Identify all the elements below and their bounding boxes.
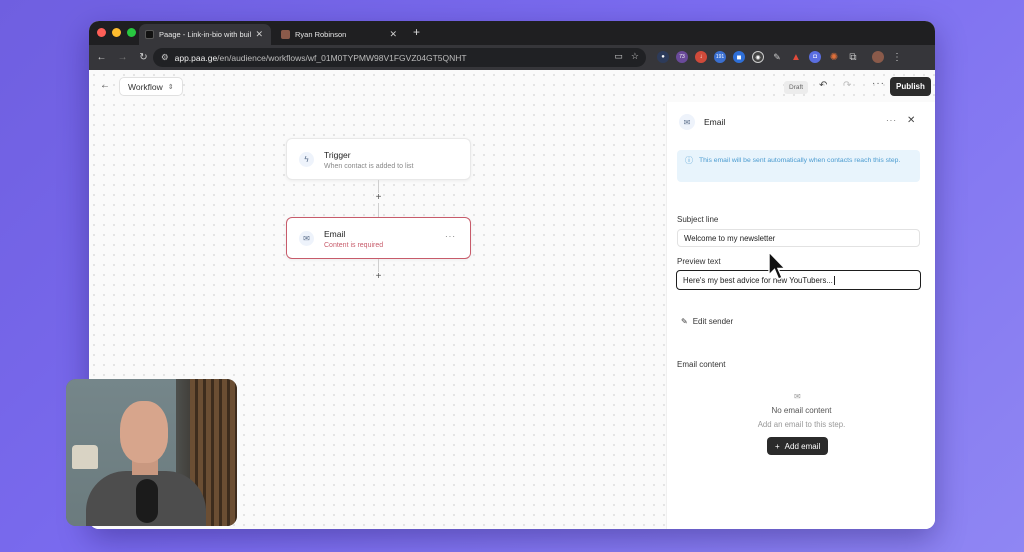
more-options-icon[interactable]: ··· bbox=[872, 78, 885, 89]
workflow-select[interactable]: Workflow ⇕ bbox=[119, 77, 183, 96]
preview-label: Preview text bbox=[677, 257, 721, 266]
ryan-favicon-icon bbox=[281, 30, 290, 39]
close-window-button[interactable] bbox=[97, 28, 106, 37]
mail-icon: ✉ bbox=[679, 114, 695, 130]
maximize-window-button[interactable] bbox=[127, 28, 136, 37]
site-settings-icon[interactable]: ⚙ bbox=[161, 52, 169, 63]
reload-icon[interactable]: ↻ bbox=[133, 52, 154, 63]
edit-sender-label: Edit sender bbox=[692, 317, 734, 326]
tab-ryan-robinson[interactable]: Ryan Robinson ✕ bbox=[275, 24, 405, 45]
extension-icon[interactable]: ↓ bbox=[695, 51, 707, 63]
extension-icon[interactable]: ◼ bbox=[733, 51, 745, 63]
empty-state-subtitle: Add an email to this step. bbox=[757, 420, 846, 429]
empty-state-title: No email content bbox=[771, 406, 832, 415]
mail-icon: ✉ bbox=[794, 392, 801, 401]
more-options-icon[interactable]: ··· bbox=[886, 116, 897, 125]
extension-icon[interactable]: ◉ bbox=[752, 51, 764, 63]
webcam-lamp bbox=[72, 445, 98, 469]
tab-strip: Paage - Link-in-bio with buil ✕ Ryan Rob… bbox=[89, 21, 935, 45]
extension-icon[interactable]: ✺ bbox=[828, 51, 840, 63]
add-email-button[interactable]: + Add email bbox=[767, 437, 829, 455]
extension-badge: 191 bbox=[715, 54, 725, 60]
eyedropper-icon[interactable]: ✎ bbox=[771, 51, 783, 63]
node-title: Trigger bbox=[324, 150, 351, 160]
extension-icon[interactable]: ▲ bbox=[790, 51, 802, 63]
close-tab-icon[interactable]: ✕ bbox=[255, 29, 263, 40]
email-node[interactable]: ✉ Email Content is required ··· bbox=[286, 217, 471, 259]
node-title: Email bbox=[324, 229, 346, 239]
pencil-icon: ✎ bbox=[681, 317, 688, 326]
forward-arrow-icon[interactable]: → bbox=[112, 52, 133, 63]
info-text: This email will be sent automatically wh… bbox=[699, 157, 901, 164]
extension-icon[interactable]: ● bbox=[657, 51, 669, 63]
url-path: /en/audience/workflows/wf_01M0TYPMW98V1F… bbox=[217, 52, 467, 63]
tab-title: Ryan Robinson bbox=[295, 30, 347, 39]
add-step-icon[interactable]: + bbox=[374, 272, 383, 282]
extension-icon[interactable]: ◘ bbox=[809, 51, 821, 63]
subject-label: Subject line bbox=[677, 215, 719, 224]
kebab-menu-icon[interactable]: ⋮ bbox=[891, 51, 903, 63]
new-tab-icon[interactable]: + bbox=[413, 25, 420, 39]
preview-text-input[interactable]: Here's my best advice for new YouTubers.… bbox=[676, 270, 921, 290]
extension-icon[interactable]: 191 bbox=[714, 51, 726, 63]
extensions-bar: ● 73 ↓ 191 ◼ ◉ ✎ ▲ ◘ ✺ ⧉ ⋮ bbox=[657, 51, 903, 63]
minimize-window-button[interactable] bbox=[112, 28, 121, 37]
panel-title: Email bbox=[704, 117, 726, 127]
tab-title: Paage - Link-in-bio with buil bbox=[159, 30, 252, 39]
status-badge: Draft bbox=[784, 81, 809, 94]
redo-icon[interactable]: ↷ bbox=[843, 80, 851, 91]
email-content-label: Email content bbox=[677, 360, 726, 369]
chevron-updown-icon: ⇕ bbox=[167, 83, 174, 91]
email-step-panel: ✉ Email ··· ✕ ⓘ This email will be sent … bbox=[666, 102, 935, 529]
url-host: app.paa.ge bbox=[174, 52, 218, 63]
mail-icon: ✉ bbox=[299, 231, 314, 246]
close-icon[interactable]: ✕ bbox=[907, 115, 915, 126]
add-email-label: Add email bbox=[784, 441, 821, 451]
cast-icon[interactable]: ▭ bbox=[614, 51, 623, 62]
edit-sender-button[interactable]: ✎ Edit sender bbox=[681, 317, 733, 326]
node-error-text: Content is required bbox=[324, 242, 384, 249]
extension-badge: 73 bbox=[679, 54, 685, 60]
node-more-icon[interactable]: ··· bbox=[445, 232, 456, 241]
microphone-icon bbox=[136, 479, 158, 523]
extension-icon[interactable]: 73 bbox=[676, 51, 688, 63]
app-topbar: ← Workflow ⇕ Draft ↶ ↷ ··· Publish bbox=[89, 70, 935, 102]
publish-button[interactable]: Publish bbox=[890, 77, 931, 96]
subject-value: Welcome to my newsletter bbox=[684, 233, 776, 243]
back-arrow-icon[interactable]: ← bbox=[100, 80, 110, 91]
tab-paage[interactable]: Paage - Link-in-bio with buil ✕ bbox=[139, 24, 271, 45]
bolt-icon: ϟ bbox=[299, 152, 314, 167]
node-subtitle: When contact is added to list bbox=[324, 163, 414, 170]
undo-icon[interactable]: ↶ bbox=[819, 80, 827, 91]
subject-input[interactable]: Welcome to my newsletter bbox=[677, 229, 920, 247]
browser-toolbar: ← → ↻ ⚙ app.paa.ge/en/audience/workflows… bbox=[89, 45, 935, 70]
webcam-person-head bbox=[120, 401, 168, 463]
address-bar[interactable]: ⚙ app.paa.ge/en/audience/workflows/wf_01… bbox=[153, 48, 646, 67]
info-banner: ⓘ This email will be sent automatically … bbox=[677, 150, 920, 182]
trigger-node[interactable]: ϟ Trigger When contact is added to list bbox=[286, 138, 471, 180]
workflow-select-label: Workflow bbox=[128, 81, 163, 92]
add-step-icon[interactable]: + bbox=[374, 193, 383, 203]
bookmark-star-icon[interactable]: ☆ bbox=[631, 51, 639, 62]
window-controls bbox=[97, 28, 136, 37]
webcam-overlay bbox=[66, 379, 237, 526]
close-tab-icon[interactable]: ✕ bbox=[389, 29, 397, 40]
paage-favicon-icon bbox=[145, 30, 154, 39]
puzzle-icon[interactable]: ⧉ bbox=[847, 51, 859, 63]
profile-avatar[interactable] bbox=[872, 51, 884, 63]
preview-value: Here's my best advice for new YouTubers.… bbox=[683, 275, 833, 285]
info-icon: ⓘ bbox=[685, 156, 693, 165]
mouse-pointer-icon bbox=[768, 251, 787, 280]
plus-icon: + bbox=[775, 441, 780, 451]
back-arrow-icon[interactable]: ← bbox=[91, 52, 112, 63]
text-caret bbox=[833, 275, 835, 285]
